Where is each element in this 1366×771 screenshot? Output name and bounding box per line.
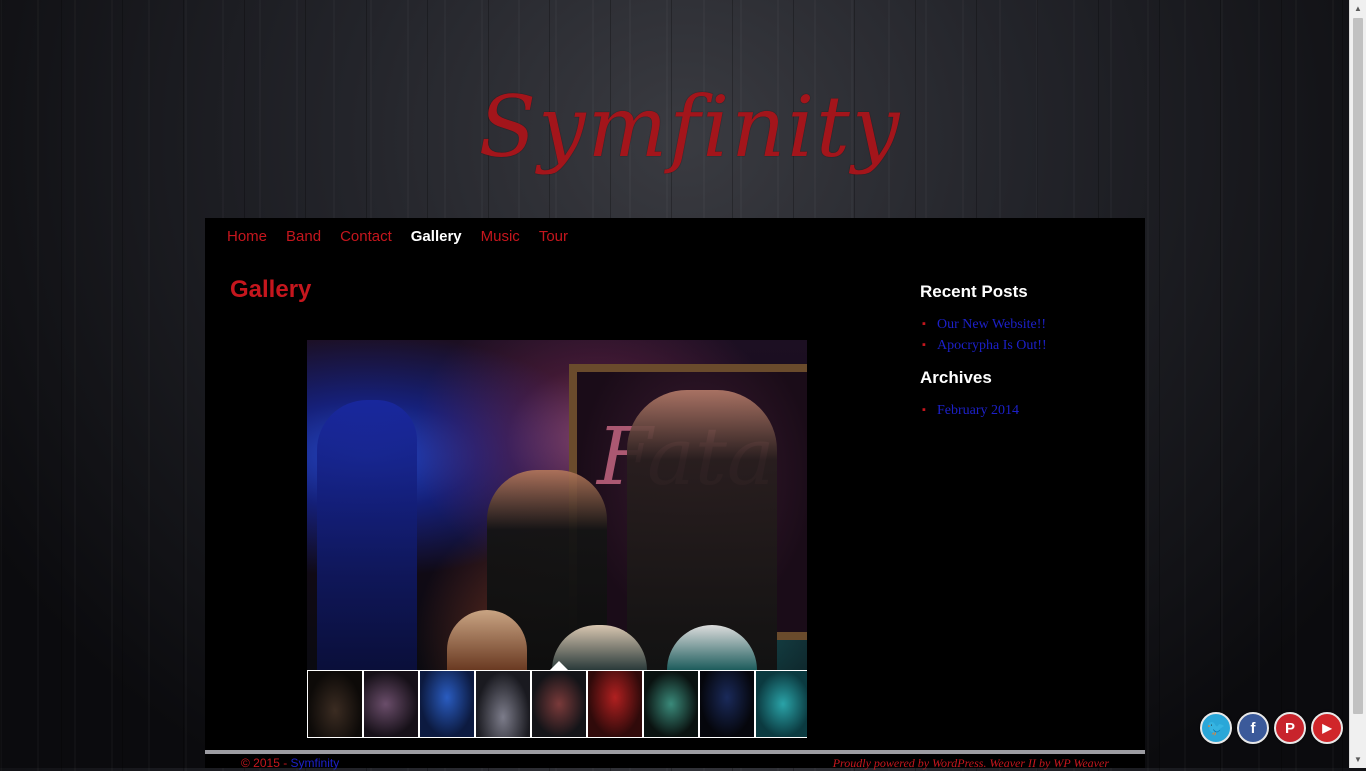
nav-home[interactable]: Home [227, 228, 267, 246]
archives-heading: Archives [920, 368, 992, 387]
list-item: Our New Website!! [920, 314, 1130, 335]
nav-contact[interactable]: Contact [340, 228, 392, 246]
footer: © 2015 - Symfinity Proudly powered by Wo… [205, 754, 1145, 771]
gallery-thumbnail-active[interactable] [532, 671, 586, 737]
archives-list: February 2014 [920, 400, 1130, 421]
main-nav: Home Band Contact Gallery Music Tour [227, 228, 568, 246]
gallery-thumbnail[interactable] [364, 671, 418, 737]
recent-posts-list: Our New Website!! Apocrypha Is Out!! [920, 314, 1130, 356]
nav-music[interactable]: Music [481, 228, 520, 246]
list-item: February 2014 [920, 400, 1130, 421]
gallery-thumbnail[interactable] [588, 671, 642, 737]
recent-posts-heading: Recent Posts [920, 282, 1028, 301]
youtube-icon[interactable]: ▶ [1311, 712, 1343, 744]
recent-post-link[interactable]: Apocrypha Is Out!! [937, 338, 1047, 353]
gallery-thumbnail[interactable] [756, 671, 807, 737]
gallery-thumbnail[interactable] [308, 671, 362, 737]
gallery-thumbnail[interactable] [476, 671, 530, 737]
scroll-up-arrow-icon[interactable]: ▲ [1350, 0, 1366, 17]
page-title: Gallery [230, 276, 312, 303]
active-thumb-pointer-icon [550, 661, 568, 670]
photo-person-left [317, 400, 417, 670]
recent-post-link[interactable]: Our New Website!! [937, 317, 1046, 332]
gallery-thumbnail[interactable] [420, 671, 474, 737]
site-title[interactable]: Symfinity [479, 52, 900, 202]
vertical-scrollbar[interactable]: ▲ ▼ [1349, 0, 1366, 768]
sidebar: Recent Posts Our New Website!! Apocrypha… [920, 282, 1130, 433]
facebook-icon[interactable]: f [1237, 712, 1269, 744]
scroll-down-arrow-icon[interactable]: ▼ [1350, 751, 1366, 768]
twitter-bird-icon[interactable]: 🐦 [1200, 712, 1232, 744]
gallery-thumbnail[interactable] [700, 671, 754, 737]
pinterest-icon[interactable]: P [1274, 712, 1306, 744]
nav-gallery[interactable]: Gallery [411, 228, 462, 246]
archive-link[interactable]: February 2014 [937, 403, 1019, 418]
nav-band[interactable]: Band [286, 228, 321, 246]
nav-tour[interactable]: Tour [539, 228, 568, 246]
footer-powered-by: Proudly powered by WordPress. Weaver II … [833, 756, 1109, 771]
social-icons: 🐦 f P ▶ [1200, 712, 1343, 744]
list-item: Apocrypha Is Out!! [920, 335, 1130, 356]
gallery-main-photo[interactable]: Fata [307, 340, 807, 670]
scrollbar-thumb[interactable] [1353, 18, 1363, 714]
content-wrapper: Home Band Contact Gallery Music Tour Gal… [205, 218, 1145, 750]
gallery-thumbnail[interactable] [644, 671, 698, 737]
gallery-thumbnail-strip [307, 670, 807, 738]
